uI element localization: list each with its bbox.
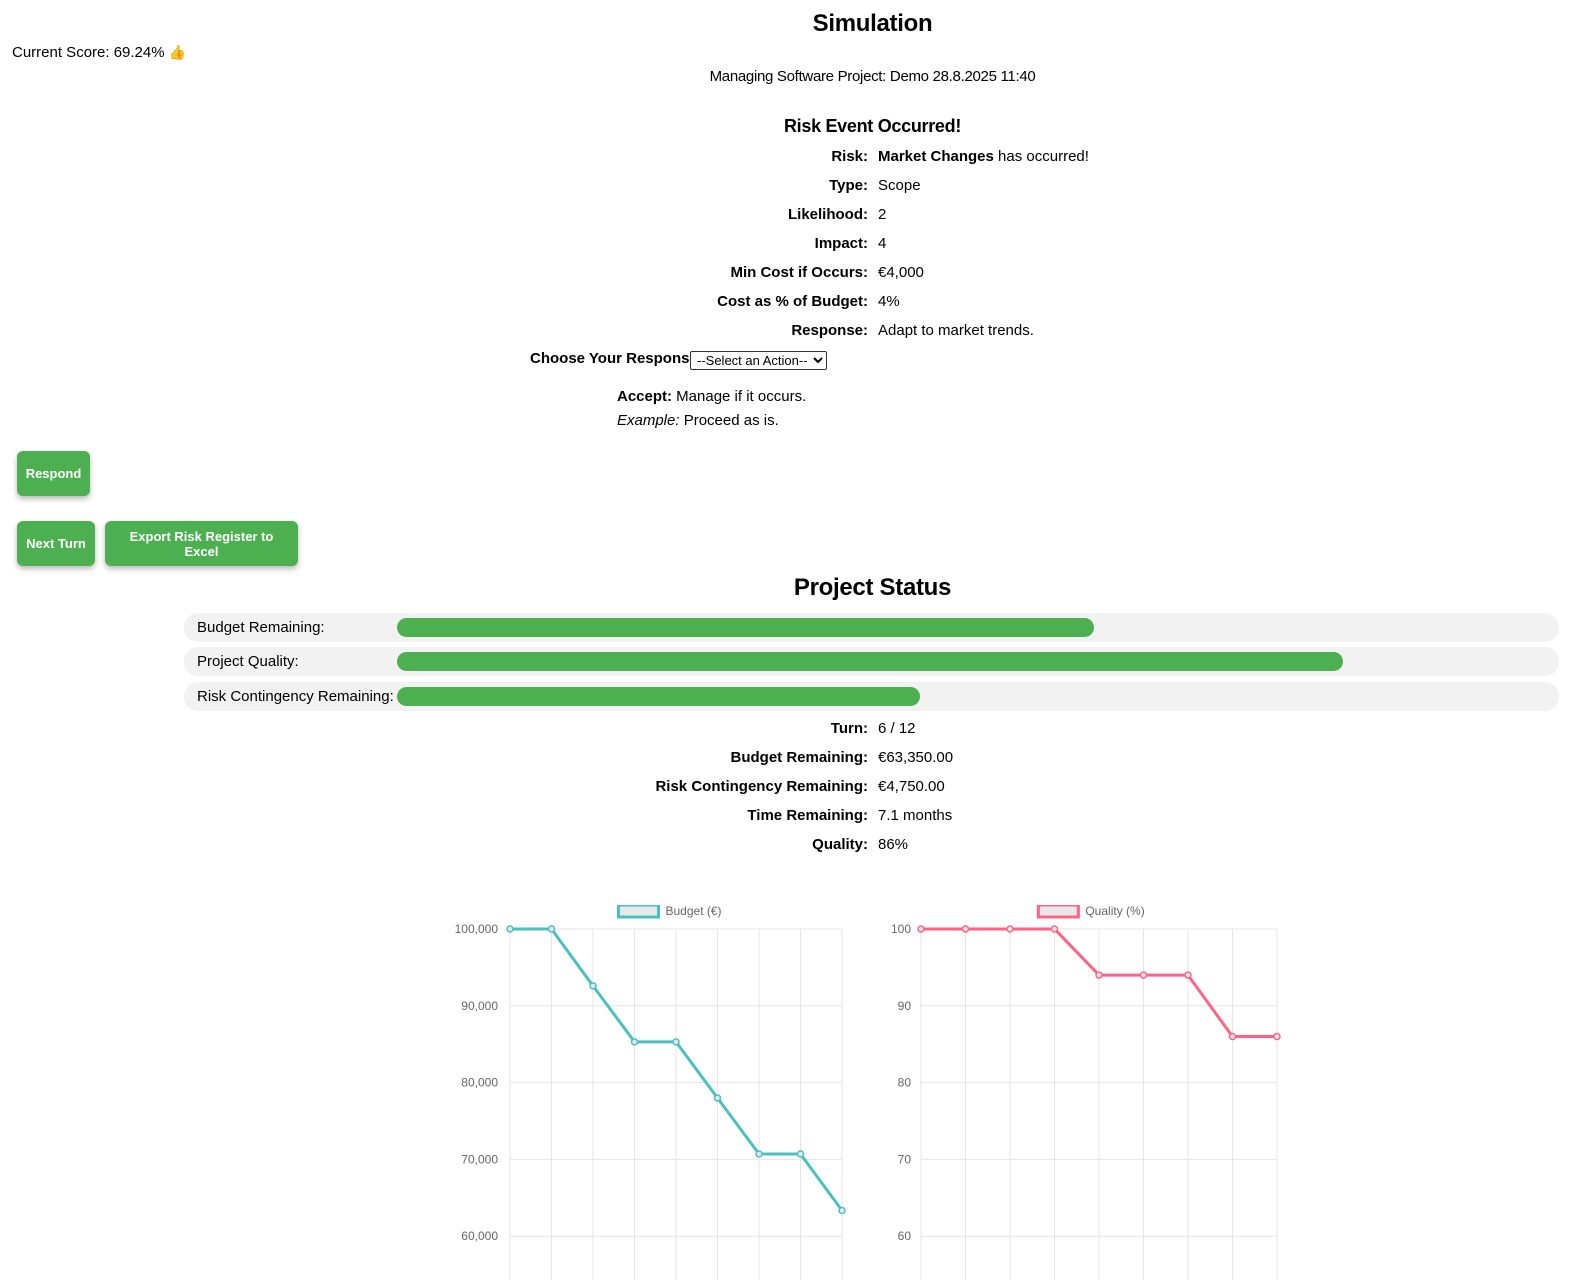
quality-progress-fill [397,652,1343,671]
data-point [1139,971,1148,979]
risk-impact-value: 4 [878,235,887,252]
risk-event-heading: Risk Event Occurred! [783,116,962,136]
y-tick-label: 70,000 [461,1152,498,1166]
line-chart-1: 100 90 80 70 60 Quality (%) [891,905,1281,1280]
risk-suffix: has occurred! [993,148,1089,165]
legend-swatch [1036,905,1080,919]
budget-progress-fill [397,618,1094,637]
turn-label: Turn: [830,720,868,737]
data-point [1228,1032,1237,1041]
example-line: Example: Proceed as is. [617,409,806,433]
data-point [672,1038,680,1046]
data-point [1184,971,1192,979]
risk-response-value: Adapt to market trends. [878,322,1034,339]
history-charts: 100,000 90,000 80,000 70,000 60,000 Budget (€… [455,905,1281,1280]
data-point [1095,971,1103,979]
data-point [506,925,514,933]
data-point [1006,925,1014,933]
quality-progress-row: Project Quality: [184,647,1559,676]
project-subtitle: Managing Software Project: Demo 28.8.202… [709,68,1036,85]
page-title: Simulation [812,10,933,37]
data-point [838,1206,846,1215]
risk-likelihood-label: Likelihood: [788,206,868,223]
data-point [1050,925,1059,933]
y-tick-label: 90,000 [461,999,498,1013]
legend-label: Quality (%) [1085,905,1144,918]
contingency-progress-row: Risk Contingency Remaining: [184,682,1559,711]
data-point [961,925,970,933]
project-status-heading: Project Status [793,574,952,601]
risk-min-cost-value: €4,000 [878,264,924,281]
respond-button[interactable]: Respond [17,451,90,496]
y-tick-label: 100 [891,922,911,936]
response-select[interactable]: --Select an Action-- [690,351,827,370]
y-tick-label: 90 [898,999,912,1013]
time-value: 7.1 months [878,807,953,824]
turn-value: 6 / 12 [878,720,916,737]
export-excel-button[interactable]: Export Risk Register to Excel [105,521,298,566]
accept-line: Accept: Manage if it occurs. [617,385,806,409]
contingency-progress-label: Risk Contingency Remaining: [197,688,394,705]
score-text: Current Score: 69.24% [12,44,165,61]
y-tick-label: 80 [898,1076,912,1090]
quality-progress-label: Project Quality: [197,653,299,670]
thumbs-up-icon: 👍 [168,44,187,60]
risk-label: Risk: [831,148,868,165]
contingency-progress-track [397,687,1497,706]
quality-value: 86% [878,836,909,853]
budget-value: €63,350.00 [878,749,954,766]
line-chart-0: 100,000 90,000 80,000 70,000 60,000 Budget (€… [455,905,846,1280]
example-label: Example: [617,412,680,429]
data-point [589,982,597,990]
time-label: Time Remaining: [747,807,868,824]
choose-response-label: Choose Your Response: [530,350,703,367]
budget-label: Budget Remaining: [730,749,869,766]
response-description: Accept: Manage if it occurs. Example: Pr… [617,385,806,433]
y-tick-label: 80,000 [461,1076,498,1090]
budget-progress-track [397,618,1497,637]
legend-label: Budget (€) [666,905,722,918]
data-point [796,1150,805,1158]
accept-label: Accept: [617,388,673,405]
data-point [1273,1032,1281,1041]
data-point [917,925,925,933]
quality-label: Quality: [812,836,868,853]
y-tick-label: 60,000 [461,1229,498,1243]
risk-type-label: Type: [829,177,868,194]
budget-progress-label: Budget Remaining: [197,619,325,636]
contingency-label: Risk Contingency Remaining: [655,778,868,795]
risk-impact-label: Impact: [814,235,868,252]
risk-likelihood-value: 2 [878,206,887,223]
risk-cost-pct-value: 4% [878,293,900,310]
contingency-progress-fill [397,687,920,706]
y-tick-label: 100,000 [455,922,499,936]
data-point [547,925,556,933]
risk-response-label: Response: [791,322,868,339]
risk-name: Market Changes [878,148,994,165]
next-turn-button[interactable]: Next Turn [17,521,95,566]
legend-swatch [617,905,660,919]
risk-type-value: Scope [878,177,921,194]
data-point [713,1094,722,1102]
contingency-value: €4,750.00 [878,778,945,795]
risk-cost-pct-label: Cost as % of Budget: [717,293,868,310]
example-text: Proceed as is. [679,412,779,429]
data-point [630,1038,639,1046]
risk-value: Market Changes has occurred! [878,148,1089,165]
budget-progress-row: Budget Remaining: [184,613,1559,642]
accept-text: Manage if it occurs. [672,388,807,405]
y-tick-label: 70 [898,1152,912,1166]
current-score: Current Score: 69.24% 👍 [12,44,186,61]
data-point [755,1150,763,1158]
quality-progress-track [397,652,1497,671]
risk-min-cost-label: Min Cost if Occurs: [730,264,868,281]
y-tick-label: 60 [898,1229,912,1243]
